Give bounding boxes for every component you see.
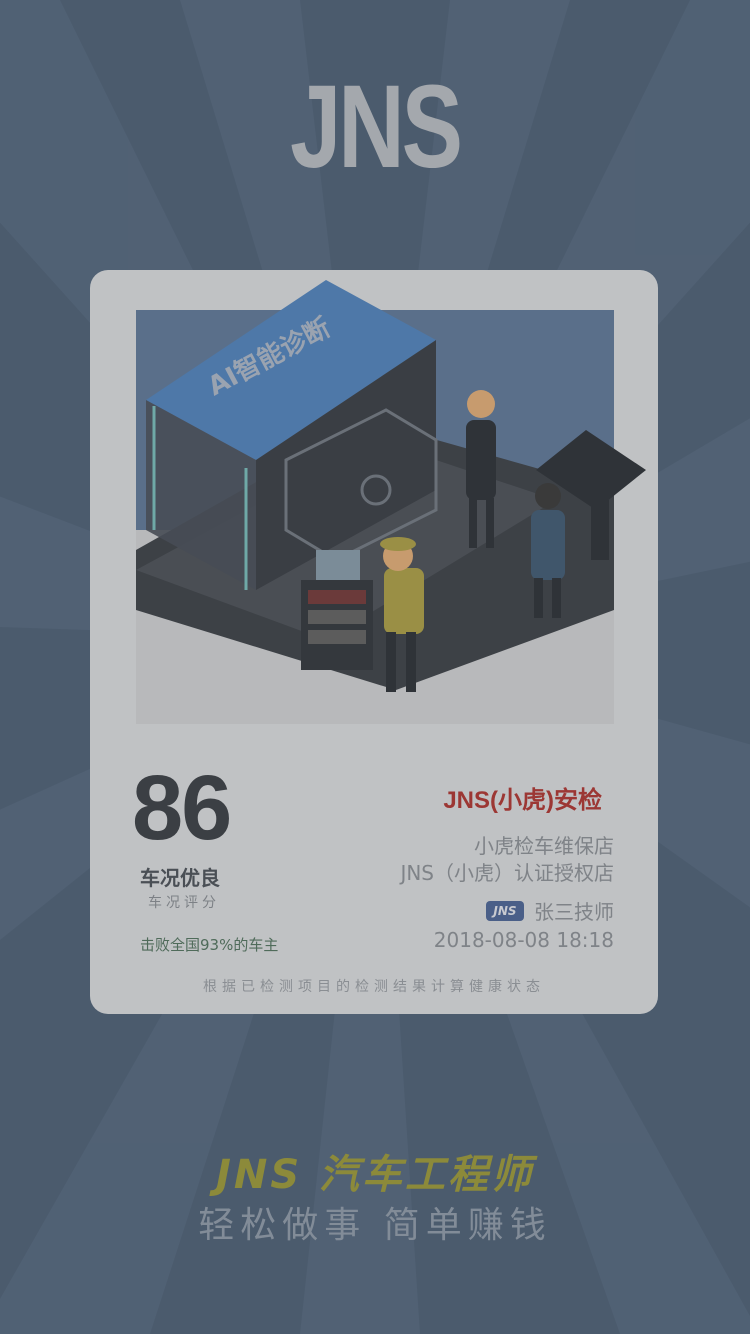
slogan-brand: JNS 汽车工程师: [215, 1152, 535, 1198]
score-label: 车况优良: [140, 866, 220, 890]
beat-percentage-text: 击败全国93%的车主: [140, 936, 279, 954]
shop-name: 小虎检车维保店: [474, 834, 614, 858]
footnote: 根据已检测项目的检测结果计算健康状态: [203, 979, 545, 995]
inspection-illustration: AI智能诊断: [136, 280, 646, 724]
score-value: 86: [132, 757, 232, 859]
shop-certification: JNS（小虎）认证授权店: [400, 861, 614, 885]
slogan-tagline: 轻松做事 简单赚钱: [198, 1205, 552, 1246]
jns-badge-icon: JNS: [486, 900, 524, 921]
jns-logo: JNS: [290, 61, 463, 193]
score-sublabel: 车况评分: [148, 895, 220, 911]
brand-title: JNS(小虎)安检: [443, 787, 602, 814]
technician-row: JNS 张三技师: [486, 896, 614, 925]
technician-name: 张三技师: [534, 900, 614, 924]
report-card: AI智能诊断 86 车况优良 车况评分 击败全国93%的车主 JNS(小虎)安检…: [90, 270, 658, 1014]
inspection-date: 2018-08-08 18:18: [433, 928, 614, 952]
